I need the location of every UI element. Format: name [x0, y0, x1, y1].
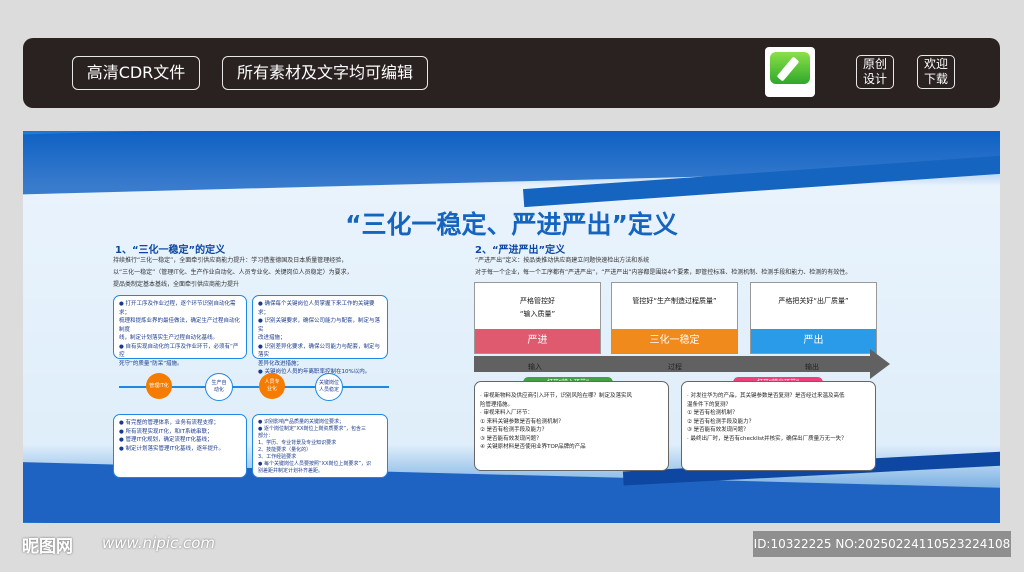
- automation-node: 生产自 动化: [205, 373, 233, 401]
- cdr-file-tag: 高清CDR文件: [72, 56, 200, 90]
- board-title: “三化一稳定、严进严出”定义: [345, 210, 678, 239]
- editable-tag: 所有素材及文字均可编辑: [222, 56, 428, 90]
- top-banner: 高清CDR文件 所有素材及文字均可编辑 原创 设计 欢迎 下载: [23, 38, 1000, 108]
- post-requirement-box: ● 识别影响产品质量的关键岗位要求； ● 逐个岗位制定“XX岗位上岗资质要求”，包…: [252, 414, 388, 478]
- original-design-tag: 原创 设计: [856, 55, 894, 89]
- left-intro: 持续推行“三化一稳定”，全面牵引供应商能力提升：学习借鉴德国及日本质量管理经验，…: [113, 257, 353, 288]
- professional-node: 人员专 业化: [259, 373, 285, 399]
- it-box: ● 有完整的管理体系，业务有流程支撑； ● 所有流程实现IT化，和IT系统串联； ●…: [113, 414, 247, 478]
- card-strict-out: 严格把关好“出厂质量” 严出: [750, 282, 877, 354]
- it-node: 管理IT化: [146, 373, 172, 399]
- coreldraw-icon: [765, 47, 815, 97]
- card-process: 管控好“生产制造过程质量” 三化一稳定: [611, 282, 738, 354]
- automation-box: ● 打开工序及作业过程，逐个环节识别自动化需求； 梳理和提炼业界的最佳做法，确定生…: [113, 295, 247, 367]
- welcome-download-tag: 欢迎 下载: [917, 55, 955, 89]
- right-intro: “严进严出”定义：按品类推动供应商建立问题快速检出方法和系统 对于每一个企业，每一…: [475, 257, 852, 276]
- label-input: 输入: [528, 363, 542, 371]
- nipic-logo: 昵图网: [22, 537, 73, 557]
- image-id-label: ID:10322225 NO:20250224110523224108: [753, 531, 1011, 557]
- card-strict-in: 严格管控好 “输入质量” 严进: [474, 282, 601, 354]
- stable-node: 关键岗位 人员稳定: [315, 373, 343, 401]
- staff-box: ● 确保每个关键岗位人员掌握下来工作的关键要求； ● 识别关键要求，确保公司能力与…: [252, 295, 388, 375]
- input-detail-box: · 审视新物料及供应商引入环节，识别风险在哪？制定及落实风 险管理措施。 · 审视来…: [474, 381, 669, 471]
- left-heading: 1、“三化一稳定”的定义: [115, 245, 226, 256]
- nipic-url: www.nipic.com: [102, 534, 216, 552]
- label-output: 输出: [805, 363, 819, 371]
- output-detail-box: · 对发往华为的产品，其关键参数是否复测？是否经过来温及高低 温条件下的复测？ ① …: [681, 381, 876, 471]
- right-heading: 2、“严进严出”定义: [475, 245, 566, 256]
- label-process: 过程: [668, 363, 682, 371]
- display-board: “三化一稳定、严进严出”定义 1、“三化一稳定”的定义 持续推行“三化一稳定”，…: [23, 131, 1000, 523]
